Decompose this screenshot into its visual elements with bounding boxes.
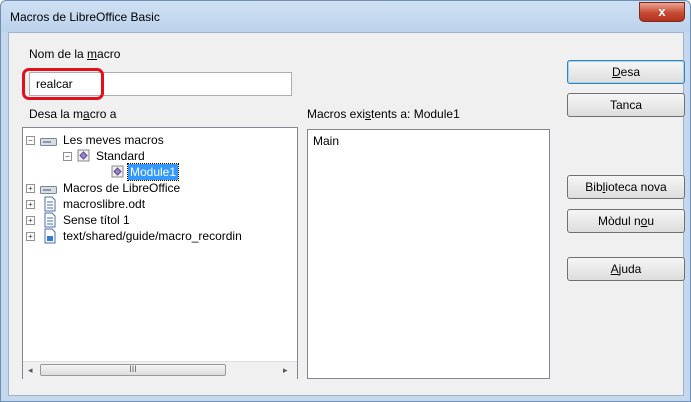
scroll-right-icon[interactable]: ▸: [283, 365, 288, 376]
document-icon: [44, 228, 56, 244]
tree-item-label: Macros de LibreOffice: [63, 181, 181, 195]
library-tree[interactable]: − Les meves macros − Standard Module1 + …: [22, 127, 298, 379]
existing-macros-list[interactable]: Main: [307, 129, 550, 379]
save-in-label: Desa la macro a: [29, 107, 117, 121]
scrollbar-thumb[interactable]: III: [40, 364, 226, 376]
title-bar[interactable]: Macros de LibreOffice Basic x: [1, 1, 690, 32]
tree-item-macroslibre-odt[interactable]: + macroslibre.odt: [23, 196, 293, 212]
horizontal-scrollbar[interactable]: ◂ III ▸: [23, 361, 297, 379]
highlight-annotation: [22, 68, 104, 100]
expand-icon[interactable]: +: [26, 200, 35, 209]
tree-item-label: Sense títol 1: [63, 213, 130, 227]
macro-name-label: Nom de la macro: [29, 47, 121, 61]
new-module-button[interactable]: Mòdul nou: [567, 209, 685, 233]
new-library-button[interactable]: Biblioteca nova: [567, 175, 685, 199]
tree-item-libreoffice-macros[interactable]: + Macros de LibreOffice: [23, 180, 293, 196]
collapse-icon[interactable]: −: [63, 152, 72, 161]
window-title: Macros de LibreOffice Basic: [10, 10, 160, 24]
collapse-icon[interactable]: −: [26, 136, 35, 145]
tree-item-label: Les meves macros: [63, 133, 164, 147]
tree-item-label: Module1: [126, 163, 180, 181]
macro-dialog-window: Macros de LibreOffice Basic x Nom de la …: [0, 0, 691, 402]
expand-icon[interactable]: +: [26, 184, 35, 193]
tree-item-label: text/shared/guide/macro_recordin: [63, 229, 242, 243]
tree-item-untitled-1[interactable]: + Sense títol 1: [23, 212, 293, 228]
close-button[interactable]: Tanca: [567, 93, 685, 117]
help-button[interactable]: Ajuda: [567, 257, 685, 281]
tree-item-macro-recording[interactable]: + text/shared/guide/macro_recordin: [23, 228, 295, 244]
tree-item-label: macroslibre.odt: [63, 197, 146, 211]
close-window-button[interactable]: x: [639, 2, 685, 22]
tree-item-label: Standard: [96, 149, 145, 163]
tree-item-standard[interactable]: − Standard: [23, 148, 293, 164]
expand-icon[interactable]: +: [26, 216, 35, 225]
scroll-left-icon[interactable]: ◂: [28, 365, 33, 376]
save-button[interactable]: Desa: [567, 60, 685, 84]
tree-item-module1[interactable]: Module1: [23, 163, 293, 181]
tree-item-my-macros[interactable]: − Les meves macros: [23, 132, 293, 148]
existing-macros-label: Macros existents a: Module1: [307, 107, 460, 121]
list-item-main[interactable]: Main: [313, 133, 339, 149]
expand-icon[interactable]: +: [26, 232, 35, 241]
scrollbar-grip: III: [129, 364, 137, 374]
dialog-body: Nom de la macro realcar Desa la macro a …: [8, 32, 685, 396]
